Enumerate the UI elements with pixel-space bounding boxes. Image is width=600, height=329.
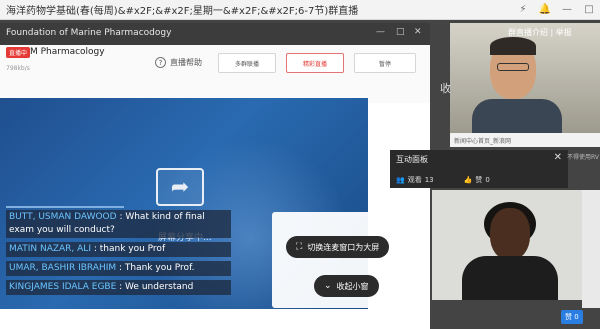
network-speed: 798kb/s: [6, 65, 30, 72]
student-body: [462, 256, 558, 300]
video-caption: 新闻中心首页_新浪网: [450, 133, 600, 147]
minimize-icon[interactable]: —: [556, 4, 578, 15]
side-note: 不得使用RV: [567, 154, 599, 161]
collapse-label: 收起小窗: [336, 281, 369, 291]
student-face: [490, 208, 530, 260]
bell-icon[interactable]: 🔔: [534, 4, 556, 15]
chevron-down-icon: ⌄: [324, 281, 332, 291]
live-badge: 直播中: [6, 47, 31, 58]
maximize-icon[interactable]: □: [396, 27, 405, 37]
chat-message: KINGJAMES IDALA EGBE : We understand: [6, 280, 231, 295]
switch-label: 切换连麦窗口为大屏: [307, 242, 380, 252]
close-icon[interactable]: ✕: [414, 27, 422, 37]
live-window-title: Foundation of Marine Pharmacodogy: [6, 28, 172, 38]
chat-sender: UMAR, BASHIR IBRAHIM: [9, 263, 117, 273]
viewer-count: 👥 观看 13: [396, 172, 434, 188]
chat-sender: KINGJAMES IDALA EGBE: [9, 282, 117, 292]
lightning-icon[interactable]: ⚡: [512, 4, 534, 15]
window-titlebar: 海洋药物学基础(春(每周)&#x2F;&#x2F;星期一&#x2F;&#x2F;…: [0, 0, 600, 20]
mic-popup: ⛶ 切换连麦窗口为大屏 ⌄ 收起小窗: [272, 212, 414, 308]
viewers-label: 观看: [407, 176, 422, 184]
chat-sender: BUTT, USMAN DAWOOD: [9, 212, 117, 222]
chat-message: UMAR, BASHIR IBRAHIM : Thank you Prof.: [6, 261, 231, 276]
thumbs-up-icon: 👍: [463, 176, 473, 184]
collapse-button[interactable]: ⌄ 收起小窗: [314, 275, 379, 297]
live-window-header: Foundation of Marine Pharmacodogy — □ ✕: [0, 23, 430, 45]
chat-message: BUTT, USMAN DAWOOD : What kind of final …: [6, 210, 231, 238]
like-count[interactable]: 👍 赞 0: [464, 172, 490, 188]
likes-label: 赞: [475, 176, 483, 184]
teacher-video[interactable]: [450, 23, 600, 133]
course-name: M Pharmacology: [30, 47, 105, 57]
chat-message: MATIN NAZAR, ALI : thank you Prof: [6, 242, 231, 257]
help-label: 直播帮助: [170, 58, 202, 67]
highlight-live-button[interactable]: 精彩直播: [286, 53, 344, 73]
question-icon: ?: [155, 57, 166, 68]
share-screen-icon: ➦: [156, 168, 204, 206]
teacher-glasses: [497, 63, 529, 71]
panel-stats: 👥 观看 13 👍 赞 0: [390, 172, 568, 188]
student-video[interactable]: [432, 190, 582, 300]
like-badge[interactable]: 赞 0: [561, 310, 583, 324]
multi-group-button[interactable]: 多群联播: [218, 53, 276, 73]
maximize-icon[interactable]: □: [578, 4, 600, 15]
viewers-value: 13: [424, 176, 434, 184]
teacher-body: [472, 99, 562, 133]
pause-button[interactable]: 暂停: [354, 53, 416, 73]
chat-text: : We understand: [116, 282, 194, 292]
fullscreen-icon: ⛶: [296, 242, 303, 252]
live-toolbar: 直播中 M Pharmacology 798kb/s ? 直播帮助 多群联播 精…: [0, 45, 430, 103]
minimize-icon[interactable]: —: [376, 27, 385, 37]
side-text: 收: [440, 82, 451, 95]
likes-value: 0: [485, 176, 490, 184]
close-icon[interactable]: ✕: [554, 152, 562, 163]
panel-title: 互动面板: [396, 155, 428, 164]
chat-text: : thank you Prof: [90, 244, 166, 254]
side-panel-edge: [582, 190, 600, 308]
help-button[interactable]: ? 直播帮助: [155, 57, 202, 68]
people-icon: 👥: [396, 176, 405, 184]
chat-sender: MATIN NAZAR, ALI: [9, 244, 91, 254]
intro-links[interactable]: 群直播介绍 | 举报: [508, 27, 572, 38]
progress-indicator: [6, 206, 124, 208]
chat-overlay: BUTT, USMAN DAWOOD : What kind of final …: [6, 210, 231, 299]
chat-text: : Thank you Prof.: [116, 263, 195, 273]
window-title: 海洋药物学基础(春(每周)&#x2F;&#x2F;星期一&#x2F;&#x2F;…: [6, 6, 359, 17]
switch-fullscreen-button[interactable]: ⛶ 切换连麦窗口为大屏: [286, 236, 390, 258]
teacher-hair: [490, 37, 536, 55]
